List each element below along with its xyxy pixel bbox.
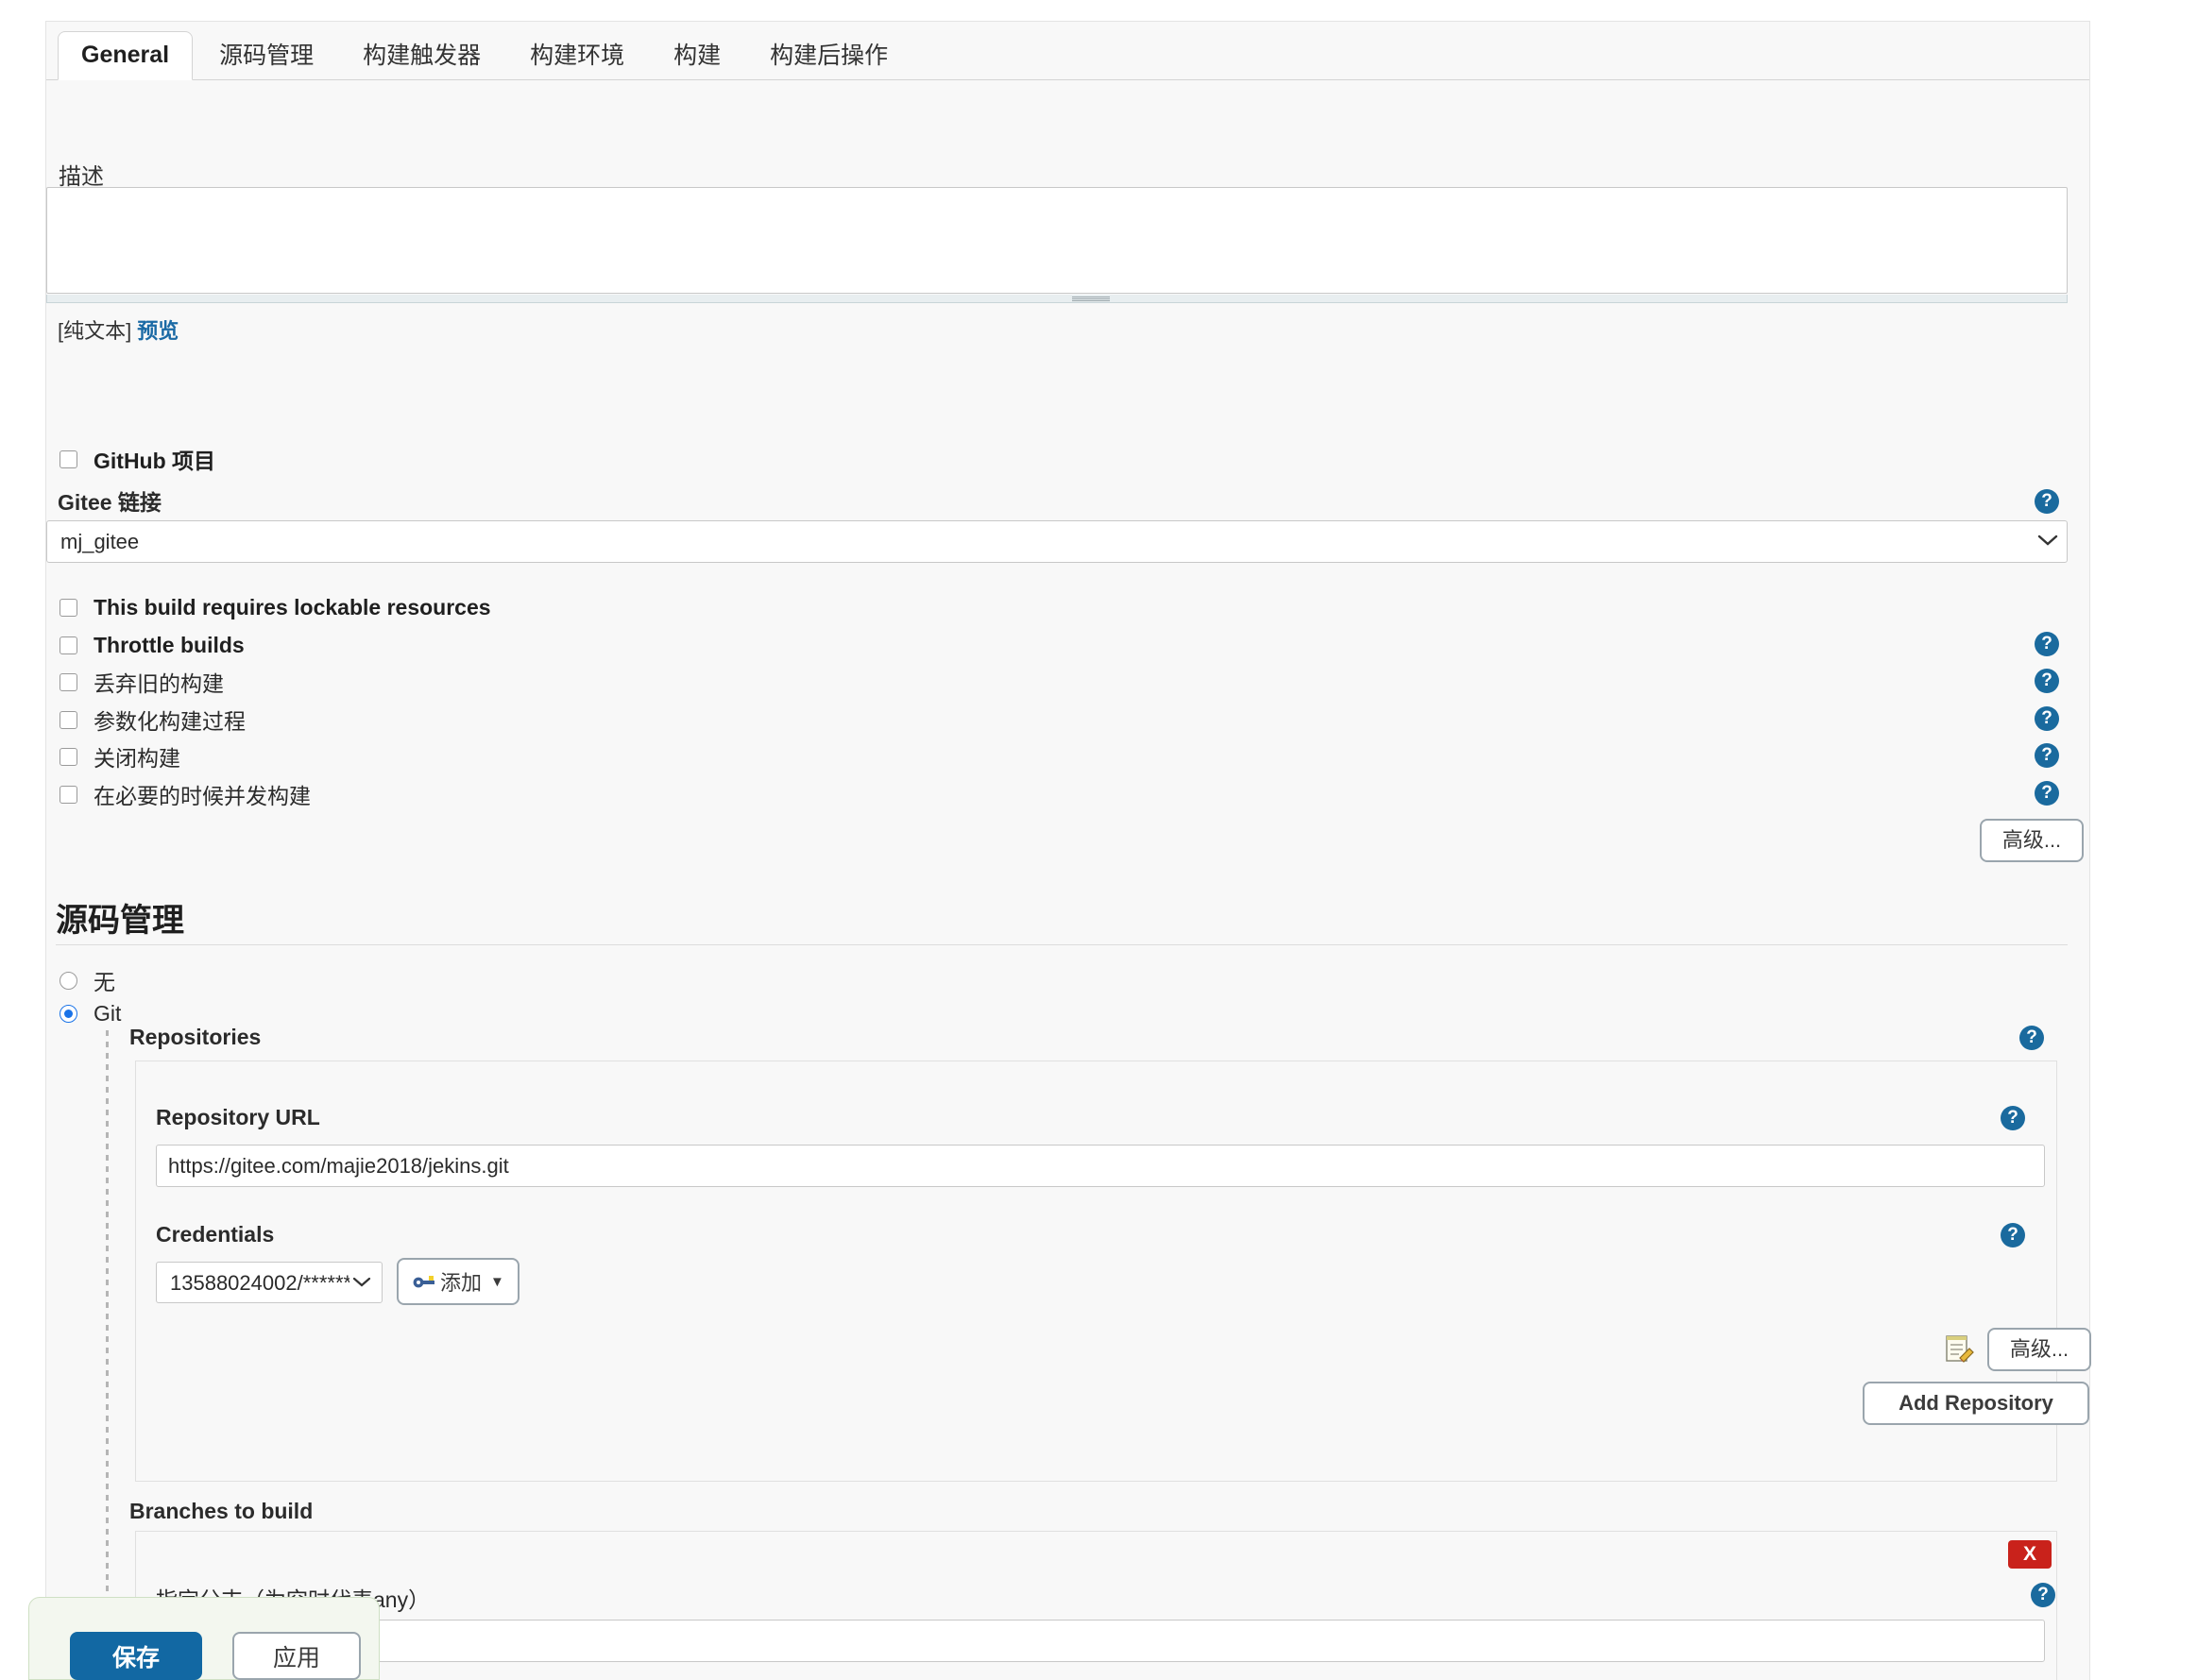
credentials-select[interactable]: 13588024002/****** xyxy=(156,1262,383,1303)
description-format-line: [纯文本] 预览 xyxy=(58,314,179,345)
checkbox-row-throttle-builds[interactable]: Throttle builds xyxy=(60,631,245,659)
scm-section-divider xyxy=(56,944,2068,945)
config-tab-bar: General 源码管理 构建触发器 构建环境 构建 构建后操作 xyxy=(46,22,2089,80)
discard-old-builds-label: 丢弃旧的构建 xyxy=(94,671,224,696)
tab-general[interactable]: General xyxy=(58,31,194,80)
checkbox-row-discard-old-builds[interactable]: 丢弃旧的构建 xyxy=(60,668,224,696)
parameterized-build-checkbox[interactable] xyxy=(60,710,77,729)
tab-post-build-actions[interactable]: 构建后操作 xyxy=(747,33,911,80)
throttle-builds-help-icon[interactable]: ? xyxy=(2035,632,2059,656)
add-credentials-dropdown-icon[interactable]: ▼ xyxy=(490,1274,504,1290)
disable-build-help-icon[interactable]: ? xyxy=(2035,743,2059,768)
add-credentials-button[interactable]: 添加 ▼ xyxy=(397,1258,519,1305)
save-button[interactable]: 保存 xyxy=(70,1632,202,1680)
checkbox-row-concurrent-builds[interactable]: 在必要的时候并发构建 xyxy=(60,780,311,808)
add-credentials-label: 添加 xyxy=(440,1271,483,1295)
disable-build-checkbox[interactable] xyxy=(60,747,77,766)
scm-option-none-radio[interactable] xyxy=(60,971,77,990)
scm-option-git-row[interactable]: Git xyxy=(60,1001,121,1027)
apply-button[interactable]: 应用 xyxy=(232,1632,361,1680)
branch-spec-help-icon[interactable]: ? xyxy=(2031,1583,2055,1607)
tab-build-environment[interactable]: 构建环境 xyxy=(507,33,647,80)
general-advanced-button[interactable]: 高级... xyxy=(1980,819,2084,863)
key-icon xyxy=(412,1272,436,1291)
repository-url-label: Repository URL xyxy=(156,1105,320,1129)
delete-branch-button[interactable]: X xyxy=(2008,1540,2052,1569)
description-label: 描述 xyxy=(59,164,104,190)
checkbox-row-lockable-resources[interactable]: This build requires lockable resources xyxy=(60,593,491,621)
parameterized-build-help-icon[interactable]: ? xyxy=(2035,706,2059,731)
repository-url-input[interactable] xyxy=(156,1145,2045,1187)
config-form-container: General 源码管理 构建触发器 构建环境 构建 构建后操作 描述 [纯文本… xyxy=(45,21,2091,1680)
gitee-link-select[interactable]: mj_gitee xyxy=(46,520,2068,563)
git-block-guide-line xyxy=(106,1030,109,1680)
discard-old-builds-help-icon[interactable]: ? xyxy=(2035,669,2059,693)
lockable-resources-label: This build requires lockable resources xyxy=(94,594,491,619)
description-textarea[interactable] xyxy=(46,187,2068,294)
throttle-builds-label: Throttle builds xyxy=(94,632,245,657)
scm-option-git-radio[interactable] xyxy=(60,1005,77,1023)
checkbox-row-parameterized-build[interactable]: 参数化构建过程 xyxy=(60,705,246,734)
scm-option-none-row[interactable]: 无 xyxy=(60,964,115,996)
description-resize-grip-icon[interactable] xyxy=(1072,297,1110,301)
scm-section-title: 源码管理 xyxy=(56,903,184,939)
branches-to-build-label: Branches to build xyxy=(129,1499,314,1523)
disable-build-label: 关闭构建 xyxy=(94,746,180,771)
repositories-help-icon[interactable]: ? xyxy=(2019,1026,2044,1050)
discard-old-builds-checkbox[interactable] xyxy=(60,672,77,691)
plaintext-label: [纯文本] xyxy=(58,319,132,343)
github-project-checkbox[interactable] xyxy=(60,450,77,468)
repositories-label: Repositories xyxy=(129,1025,262,1049)
gitee-link-help-icon[interactable]: ? xyxy=(2035,489,2059,514)
add-repository-button[interactable]: Add Repository xyxy=(1863,1382,2089,1426)
repository-url-help-icon[interactable]: ? xyxy=(2001,1106,2025,1130)
repository-advanced-button[interactable]: 高级... xyxy=(1987,1328,2091,1372)
jenkins-job-config-page: General 源码管理 构建触发器 构建环境 构建 构建后操作 描述 [纯文本… xyxy=(0,0,2197,1680)
github-project-label: GitHub 项目 xyxy=(94,449,216,473)
tab-build[interactable]: 构建 xyxy=(651,33,743,80)
concurrent-builds-checkbox[interactable] xyxy=(60,785,77,804)
concurrent-builds-help-icon[interactable]: ? xyxy=(2035,781,2059,806)
scm-option-none-label: 无 xyxy=(94,970,115,994)
lockable-resources-checkbox[interactable] xyxy=(60,598,77,617)
scm-option-git-label: Git xyxy=(94,1001,122,1026)
credentials-label: Credentials xyxy=(156,1222,275,1247)
tab-source-code-management[interactable]: 源码管理 xyxy=(196,33,336,80)
checkbox-row-disable-build[interactable]: 关闭构建 xyxy=(60,742,180,771)
description-resize-bar[interactable] xyxy=(46,295,2068,303)
branch-spec-input[interactable] xyxy=(156,1620,2045,1662)
concurrent-builds-label: 在必要的时候并发构建 xyxy=(94,784,311,808)
parameterized-build-label: 参数化构建过程 xyxy=(94,709,246,734)
edit-notepad-icon[interactable] xyxy=(1943,1332,1975,1364)
preview-link[interactable]: 预览 xyxy=(137,319,179,343)
credentials-help-icon[interactable]: ? xyxy=(2001,1223,2025,1247)
tab-build-triggers[interactable]: 构建触发器 xyxy=(340,33,503,80)
github-project-row[interactable]: GitHub 项目 xyxy=(60,445,215,473)
gitee-link-label: Gitee 链接 xyxy=(58,490,162,515)
throttle-builds-checkbox[interactable] xyxy=(60,636,77,654)
